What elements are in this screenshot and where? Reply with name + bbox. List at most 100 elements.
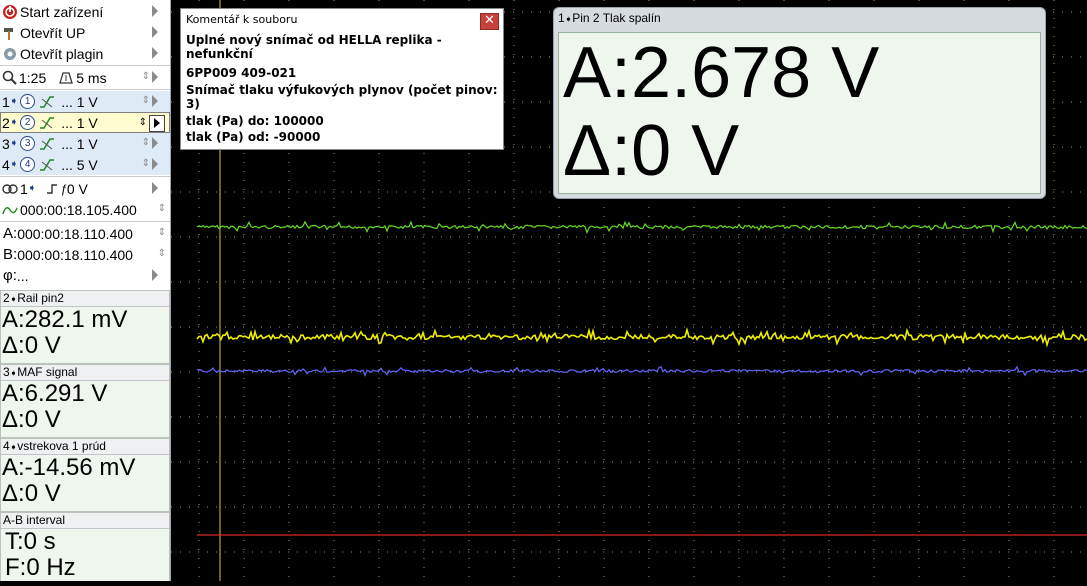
ab-interval-time: T:0 s [5,528,56,555]
comment-line: Snímač tlaku výfukových plynov (počet pi… [186,83,498,111]
zoom-icon [2,70,17,85]
meter-delta-value: Δ:0 V [563,111,740,191]
up-down-icon[interactable]: ⇕ [139,117,147,128]
phase-prefix: φ: [3,267,17,284]
channel-number: 1 [2,93,10,110]
chevron-right-icon [152,95,158,107]
trace-label-4[interactable]: 4➧ [175,527,193,543]
file-comment-popup: Komentář k souboru ✕ Uplné nový snímač o… [180,8,504,150]
measurement-a-value: A:282.1 mV [2,306,128,333]
trigger-level: 0 V [66,180,88,197]
ab-interval-header: A-B interval [1,513,169,529]
trace-3 [196,326,1087,348]
up-down-icon: ⇕ [141,158,150,169]
up-down-icon: ⇕ [157,227,166,238]
zoom-value: 1:25 [19,69,47,86]
measurement-delta-value: Δ:0 V [2,406,61,433]
timebase-icon [58,70,74,85]
chevron-right-icon [152,269,158,281]
time-position: 000:00:18.105.400 [20,201,137,218]
measurement-channel-number: 4 [3,439,10,453]
trace-2 [196,365,1087,377]
trace-label-3[interactable]: 3➧ [175,485,193,501]
meter-title: Pin 2 Tlak spalín [572,11,661,25]
cursor-b-prefix: B: [3,246,18,263]
comment-title: Komentář k souboru [186,13,298,26]
coupling-icon [40,158,55,171]
measurement-panel-4: 4➧vstrekova 1 prúd A:-14.56 mV Δ:0 V [0,438,170,512]
measurement-header: 2➧Rail pin2 [1,291,169,307]
coupling-icon [40,116,55,129]
trigger-row[interactable]: 1 ➧ ƒ 0 V [0,178,170,199]
measurement-header: 3➧MAF signal [1,365,169,381]
measurement-meter-window[interactable]: 1➧Pin 2 Tlak spalín A:2.678 V Δ:0 V [553,7,1046,199]
up-down-icon: ⇕ [141,137,150,148]
channel-range: ... 1 V [61,135,98,152]
up-down-icon: ⇕ [141,71,150,82]
comment-line: 6PP009 409-021 [186,66,297,80]
chevron-right-icon [152,182,158,194]
measurement-panel-3: 3➧MAF signal A:6.291 V Δ:0 V [0,364,170,438]
channel-range: ... 5 V [61,156,98,173]
cursor-a-row[interactable]: A: 000:00:18.110.400 ⇕ [0,223,170,244]
measurement-a-value: A:6.291 V [2,380,108,407]
cursor-b-time: 000:00:18.110.400 [17,246,133,263]
channel-circle-icon: 4 [20,157,36,172]
hammer-icon [2,25,18,41]
ab-interval-frequency: F:0 Hz [5,554,76,581]
waveform-icon [2,204,18,216]
channel-range: ... 1 V [61,93,98,110]
open-plugin-button[interactable]: Otevřít plagin [0,43,170,64]
channel-range: ... 1 V [61,114,98,131]
channel-row-1[interactable]: 1 ➧ 1 ... 1 V ⇕ [0,91,170,112]
channel-circle-icon: 1 [20,94,36,109]
open-up-label: Otevřít UP [20,24,86,41]
meter-a-value: A:2.678 V [563,33,880,113]
comment-line: tlak (Pa) do: 100000 [186,114,324,128]
channel-row-3[interactable]: 3 ➧ 3 ... 1 V ⇕ [0,133,170,154]
channel-number: 4 [2,156,10,173]
chevron-right-icon [152,137,158,149]
phase-value: ... [16,267,29,284]
up-down-icon: ⇕ [157,248,166,259]
chevron-right-icon [152,71,158,83]
measurement-title: MAF signal [17,365,78,379]
measurement-delta-value: Δ:0 V [2,332,61,359]
timebase-value: 5 ms [76,69,107,86]
chevron-right-icon [152,47,158,59]
gear-icon [2,46,18,62]
zoom-timebase-row[interactable]: 1:25 5 ms ⇕ [0,67,170,88]
channel-row-4[interactable]: 4 ➧ 4 ... 5 V ⇕ [0,154,170,175]
measurement-delta-value: Δ:0 V [2,480,61,507]
cursor-b-row[interactable]: B: 000:00:18.110.400 ⇕ [0,244,170,265]
up-down-icon: ⇕ [141,95,150,106]
close-button[interactable]: ✕ [480,13,499,30]
phase-row[interactable]: φ: ... [0,265,170,286]
comment-line: tlak (Pa) od: -90000 [186,130,321,144]
chevron-right-icon [152,158,158,170]
open-up-button[interactable]: Otevřít UP [0,22,170,43]
cursor-a-time: 000:00:18.110.400 [17,225,133,242]
start-device-button[interactable]: Start zařízení [0,1,170,22]
time-position-row[interactable]: 000:00:18.105.400 ⇕ [0,199,170,220]
comment-line: Uplné nový snímač od HELLA replika - nef… [186,33,442,61]
trigger-edge-icon [46,183,58,195]
trace-label-2[interactable]: 2➧ [175,369,193,385]
measurement-title: vstrekova 1 prúd [17,439,106,453]
measurement-panel-2: 2➧Rail pin2 A:282.1 mV Δ:0 V [0,290,170,364]
measurement-channel-number: 3 [3,365,10,379]
coupling-icon [40,95,55,108]
meter-header: 1➧Pin 2 Tlak spalín [558,11,661,25]
meter-channel-number: 1 [558,11,565,25]
channel-circle-icon: 3 [20,136,36,151]
trace-label-1[interactable]: 1➧ [175,286,193,302]
expand-button[interactable] [149,115,165,132]
power-icon [2,4,18,20]
open-plugin-label: Otevřít plagin [20,45,104,62]
start-device-label: Start zařízení [20,3,104,20]
level-icon: ƒ [60,181,67,196]
channel-row-2[interactable]: 2 ➧ 2 ... 1 V ⇕ [0,112,170,133]
control-panel: Start zařízení Otevřít UP Otevřít plagin… [0,0,171,581]
chevron-right-icon [152,5,158,17]
ab-interval-panel: A-B interval T:0 s F:0 Hz [0,512,170,581]
